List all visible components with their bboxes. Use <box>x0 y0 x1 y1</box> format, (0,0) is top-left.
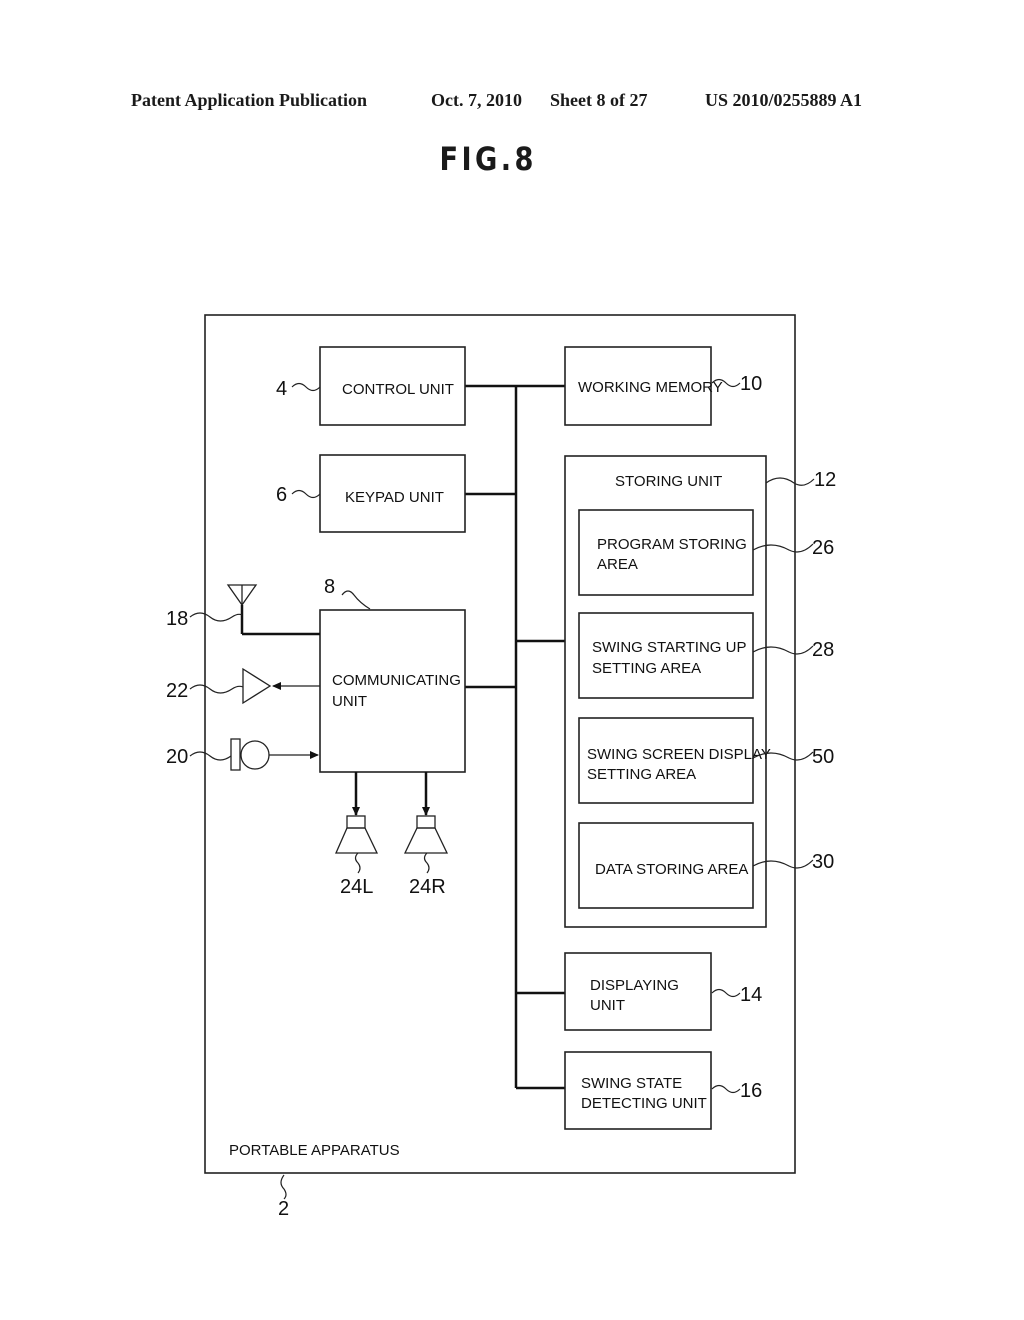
swing-state-detecting-unit-line2: DETECTING UNIT <box>581 1095 707 1112</box>
program-storing-area-line1: PROGRAM STORING <box>597 536 747 553</box>
block-diagram: PORTABLE APPARATUS 2 CONTROL UNIT 4 KEYP… <box>166 314 836 1220</box>
swing-screen-display-area-line2: SETTING AREA <box>587 766 696 783</box>
working-memory-label: WORKING MEMORY <box>578 379 723 396</box>
swing-starting-up-area-line2: SETTING AREA <box>592 660 701 677</box>
storing-unit-label: STORING UNIT <box>615 473 722 490</box>
data-storing-area-block: DATA STORING AREA 30 <box>578 822 834 909</box>
ref-10: 10 <box>740 373 762 395</box>
program-storing-area-block: PROGRAM STORING AREA 26 <box>578 509 834 596</box>
data-storing-area-label: DATA STORING AREA <box>595 861 748 878</box>
communicating-unit-label-line1: COMMUNICATING <box>332 672 461 689</box>
ref-8: 8 <box>324 576 335 598</box>
ref-24R: 24R <box>409 876 446 898</box>
ref-18: 18 <box>166 608 188 630</box>
ref-14: 14 <box>740 984 762 1006</box>
ref-6: 6 <box>276 484 287 506</box>
ref-30: 30 <box>812 851 834 873</box>
ref-20: 20 <box>166 746 188 768</box>
ref-leader-2 <box>280 1174 287 1200</box>
ref-24L: 24L <box>340 876 373 898</box>
ref-4: 4 <box>276 378 287 400</box>
keypad-unit-label: KEYPAD UNIT <box>345 489 444 506</box>
ref-26: 26 <box>812 537 834 559</box>
ref-22: 22 <box>166 680 188 702</box>
displaying-unit-line2: UNIT <box>590 997 625 1014</box>
ref-2: 2 <box>278 1198 289 1220</box>
ref-16: 16 <box>740 1080 762 1102</box>
portable-apparatus-label: PORTABLE APPARATUS <box>229 1142 400 1159</box>
displaying-unit-line1: DISPLAYING <box>590 977 679 994</box>
program-storing-area-line2: AREA <box>597 556 638 573</box>
swing-starting-up-setting-area-block: SWING STARTING UP SETTING AREA 28 <box>578 612 834 699</box>
swing-screen-display-setting-area-block: SWING SCREEN DISPLAY SETTING AREA 50 <box>578 717 834 804</box>
ref-28: 28 <box>812 639 834 661</box>
swing-starting-up-area-line1: SWING STARTING UP <box>592 639 746 656</box>
swing-state-detecting-unit-line1: SWING STATE <box>581 1075 682 1092</box>
communicating-unit-label-line2: UNIT <box>332 693 367 710</box>
control-unit-label: CONTROL UNIT <box>342 381 454 398</box>
ref-50: 50 <box>812 746 834 768</box>
swing-screen-display-area-line1: SWING SCREEN DISPLAY <box>587 746 771 763</box>
ref-12: 12 <box>814 469 836 491</box>
